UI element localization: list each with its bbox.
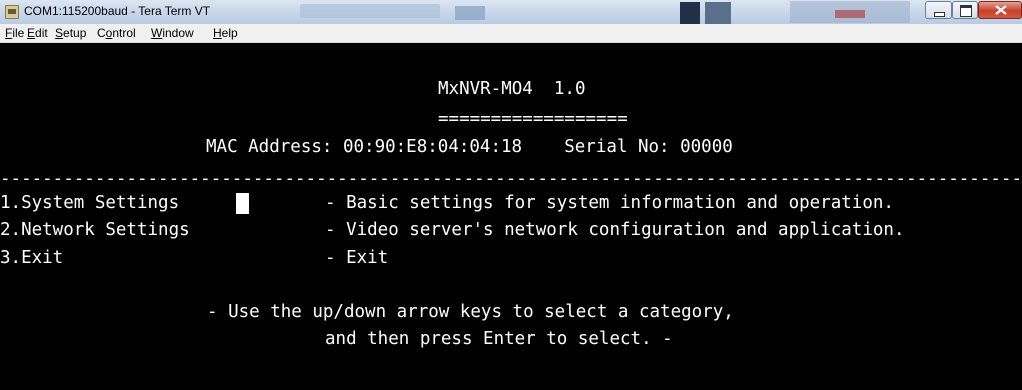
menu-option-label[interactable]: 1.System Settings xyxy=(0,193,179,213)
menu-help-label: elp xyxy=(221,26,238,40)
terminal-instruction-line-2: and then press Enter to select. - xyxy=(325,329,673,349)
maximize-button[interactable] xyxy=(952,1,978,19)
menu-option-description: - Basic settings for system information … xyxy=(325,193,894,213)
terminal-header-underline: ================== xyxy=(438,109,628,129)
menu-file-label: ile xyxy=(12,26,25,40)
window-title: COM1:115200baud - Tera Term VT xyxy=(24,4,211,18)
terminal-screen[interactable]: MxNVR-MO4 1.0 ================== MAC Add… xyxy=(0,43,1022,390)
menu-help[interactable]: Help xyxy=(213,26,238,40)
menu-control-label: ntrol xyxy=(112,26,136,40)
menu-bar: File Edit Setup Control Window Help xyxy=(0,24,1022,43)
titlebar-background-blur xyxy=(455,6,485,20)
menu-control[interactable]: Control xyxy=(97,26,136,40)
minimize-button[interactable] xyxy=(925,1,952,19)
terminal-separator: ----------------------------------------… xyxy=(0,169,1022,189)
menu-option-description: - Video server's network configuration a… xyxy=(325,220,905,240)
menu-setup-mnemonic: S xyxy=(55,26,64,40)
menu-help-mnemonic: H xyxy=(213,26,222,40)
menu-setup[interactable]: Setup xyxy=(55,26,86,40)
menu-setup-label: etup xyxy=(63,26,87,40)
titlebar-background-blur xyxy=(680,2,700,24)
title-bar[interactable]: COM1:115200baud - Tera Term VT xyxy=(0,0,1022,24)
maximize-icon xyxy=(960,5,972,17)
menu-edit-mnemonic: E xyxy=(27,26,36,40)
teraterm-app-icon[interactable] xyxy=(5,5,19,19)
menu-edit[interactable]: Edit xyxy=(27,26,48,40)
titlebar-background-blur xyxy=(835,10,865,18)
menu-control-prefix: C xyxy=(97,26,106,40)
menu-window-label: indow xyxy=(162,26,194,40)
close-icon xyxy=(995,5,1007,15)
menu-window[interactable]: Window xyxy=(151,26,194,40)
titlebar-background-blur xyxy=(705,2,731,24)
menu-option-label[interactable]: 2.Network Settings xyxy=(0,220,190,240)
terminal-mac-serial-line: MAC Address: 00:90:E8:04:04:18 Serial No… xyxy=(206,137,733,157)
menu-option-label[interactable]: 3.Exit xyxy=(0,248,63,268)
menu-edit-label: dit xyxy=(35,26,48,40)
menu-option-description: - Exit xyxy=(325,248,389,268)
menu-file[interactable]: File xyxy=(5,26,24,40)
terminal-header-title: MxNVR-MO4 1.0 xyxy=(438,79,586,99)
minimize-icon xyxy=(934,12,945,17)
close-button[interactable] xyxy=(978,1,1022,19)
titlebar-background-blur xyxy=(300,4,440,18)
terminal-cursor xyxy=(236,193,249,214)
menu-window-mnemonic: W xyxy=(151,26,163,40)
terminal-instruction-line-1: - Use the up/down arrow keys to select a… xyxy=(207,302,734,322)
